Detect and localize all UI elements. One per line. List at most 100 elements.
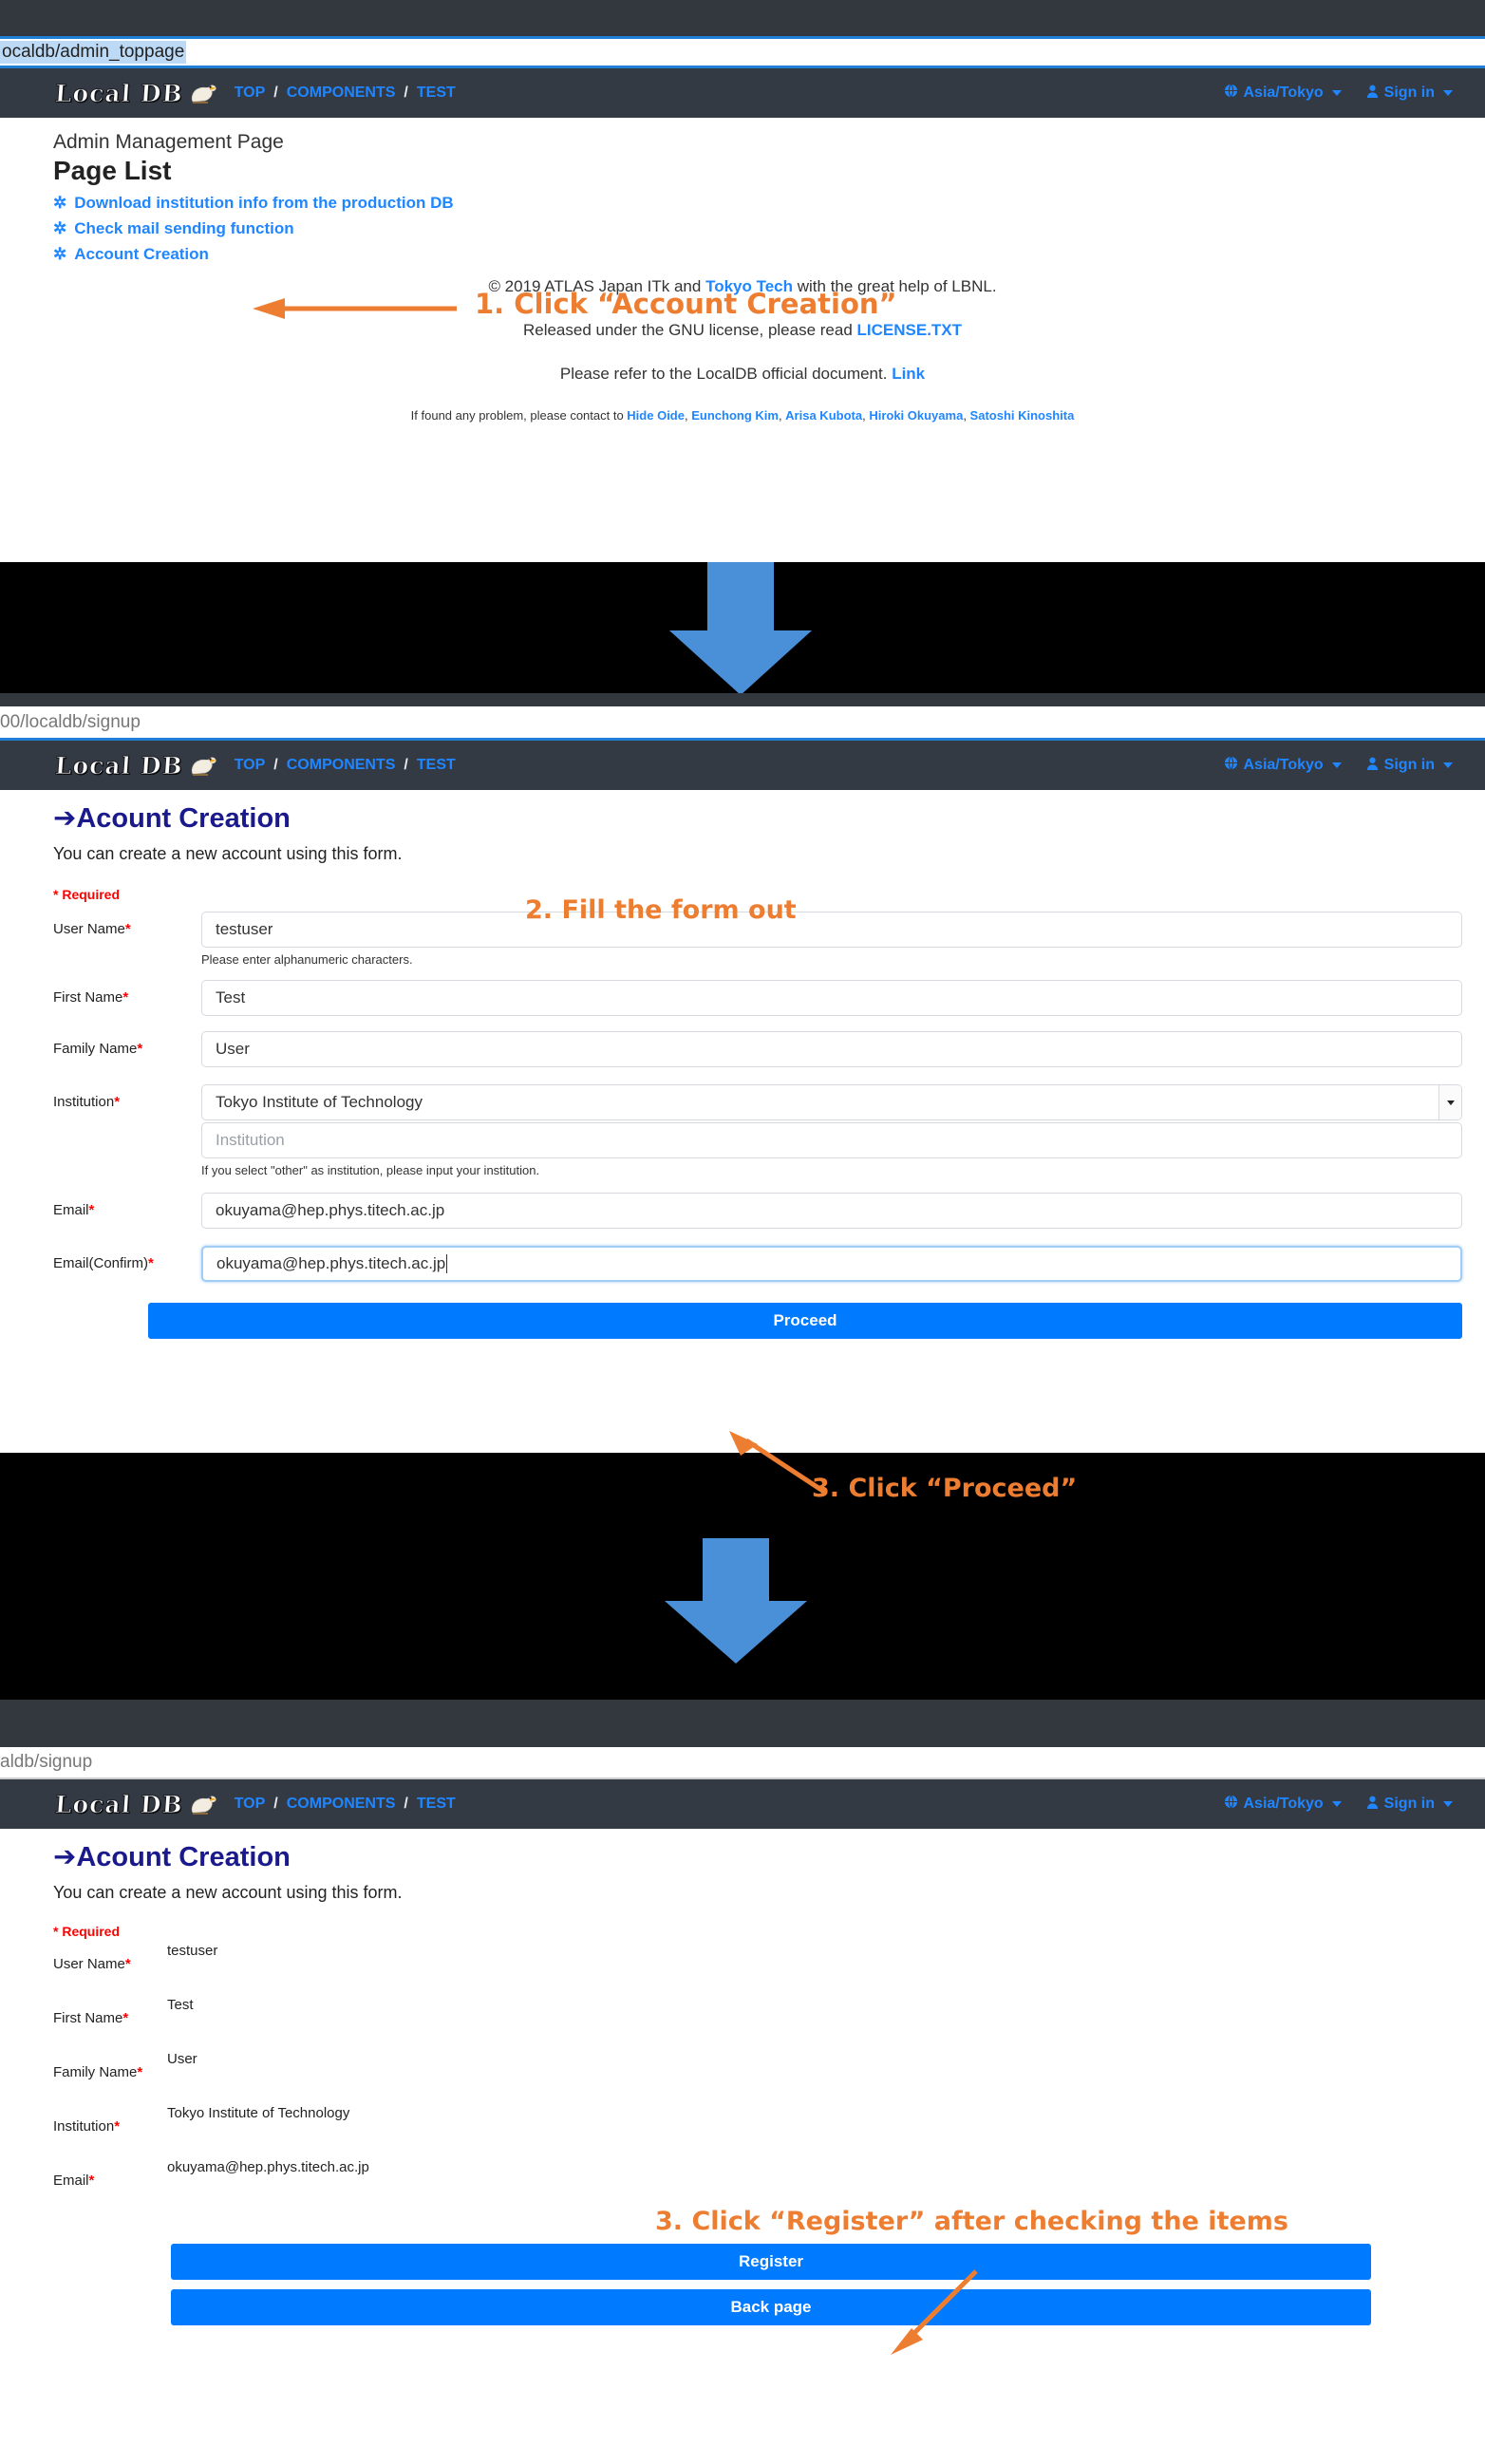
nav-separator: /	[404, 85, 408, 101]
contact-link[interactable]: Hiroki Okuyama	[869, 408, 963, 423]
globe-icon	[1224, 1795, 1238, 1814]
contact-link[interactable]: Satoshi Kinoshita	[970, 408, 1075, 423]
address-bar-2[interactable]: 00/localdb/signup	[0, 706, 1485, 741]
input-email[interactable]: okuyama@hep.phys.titech.ac.jp	[201, 1193, 1462, 1229]
navbar-1: Local DB TOP / COMPONENTS / TEST Asia/To…	[0, 68, 1485, 118]
nav-link-components-2[interactable]: COMPONENTS	[287, 757, 396, 774]
proceed-button[interactable]: Proceed	[148, 1303, 1462, 1339]
required-asterisk: *	[88, 2172, 95, 2189]
confirm-row-familyname: Family Name* User	[0, 2051, 1485, 2080]
navbar-right-1: Asia/Tokyo Sign in	[1224, 84, 1465, 103]
browser-chrome-top-2	[0, 693, 1485, 706]
browser-chrome-top-3	[0, 1700, 1485, 1747]
nav-link-top-3[interactable]: TOP	[235, 1796, 266, 1813]
timezone-dropdown-1[interactable]: Asia/Tokyo	[1224, 84, 1342, 103]
select-institution[interactable]: Tokyo Institute of Technology	[201, 1084, 1462, 1120]
required-note-confirm: * Required	[53, 1924, 121, 1939]
eagle-logo-icon-1	[187, 81, 217, 105]
logo-3[interactable]: Local DB	[53, 1790, 217, 1818]
confirm-value-firstname: Test	[167, 1997, 194, 2013]
nav-link-components-1[interactable]: COMPONENTS	[287, 85, 396, 102]
user-icon	[1366, 85, 1379, 103]
nav-link-components-3[interactable]: COMPONENTS	[287, 1796, 396, 1813]
nav-link-top-1[interactable]: TOP	[235, 85, 266, 102]
back-page-button[interactable]: Back page	[171, 2289, 1371, 2325]
admin-page-body: Admin Management Page Page List ✲ Downlo…	[0, 118, 1485, 423]
nav-link-test-1[interactable]: TEST	[417, 85, 456, 102]
required-asterisk: *	[137, 1041, 143, 1057]
admin-link-download-institution[interactable]: ✲ Download institution info from the pro…	[53, 194, 1485, 213]
confirm-value-institution: Tokyo Institute of Technology	[167, 2105, 350, 2121]
contact-link[interactable]: Arisa Kubota	[785, 408, 862, 423]
input-familyname[interactable]: User	[201, 1031, 1462, 1067]
timezone-label-3: Asia/Tokyo	[1243, 1796, 1324, 1812]
footer-line-document: Please refer to the LocalDB official doc…	[53, 365, 1432, 384]
label-text: First Name	[53, 989, 123, 1006]
page-title: Page List	[53, 156, 172, 185]
navbar-3: Local DB TOP / COMPONENTS / TEST Asia/To…	[0, 1779, 1485, 1829]
label-familyname: Family Name*	[53, 1031, 201, 1057]
timezone-dropdown-3[interactable]: Asia/Tokyo	[1224, 1795, 1342, 1814]
signin-label-3: Sign in	[1383, 1796, 1435, 1812]
input-firstname[interactable]: Test	[201, 980, 1462, 1016]
flow-arrow-1	[669, 562, 812, 695]
admin-page-list: ✲ Download institution info from the pro…	[53, 194, 1485, 264]
input-institution-other[interactable]: Institution	[201, 1122, 1462, 1158]
signin-dropdown-3[interactable]: Sign in	[1366, 1796, 1453, 1814]
chevron-down-icon	[1443, 90, 1453, 96]
address-bar-1[interactable]: ocaldb/admin_toppage	[0, 36, 1485, 68]
label-institution: Institution*	[53, 1084, 201, 1110]
footer-text: Please refer to the LocalDB official doc…	[559, 365, 893, 383]
form-row-email: Email* okuyama@hep.phys.titech.ac.jp	[0, 1193, 1485, 1229]
footer-link-license[interactable]: LICENSE.TXT	[857, 321, 963, 339]
label-email: Email*	[53, 1193, 201, 1218]
gear-icon: ✲	[53, 219, 67, 237]
input-email-confirm[interactable]: okuyama@hep.phys.titech.ac.jp	[201, 1246, 1462, 1282]
nav-link-top-2[interactable]: TOP	[235, 757, 266, 774]
logo-2[interactable]: Local DB	[53, 751, 217, 780]
admin-link-account-creation[interactable]: ✲ Account Creation	[53, 245, 1485, 264]
register-button[interactable]: Register	[171, 2244, 1371, 2280]
footer-text: If found any problem, please contact to	[410, 408, 628, 423]
logo-text-1: Local DB	[53, 79, 184, 107]
required-asterisk: *	[114, 2118, 121, 2135]
logo-1[interactable]: Local DB	[53, 79, 217, 107]
input-placeholder: Institution	[216, 1131, 285, 1149]
nav-link-test-3[interactable]: TEST	[417, 1796, 456, 1813]
signin-dropdown-2[interactable]: Sign in	[1366, 757, 1453, 775]
contact-link[interactable]: Hide Oide	[627, 408, 685, 423]
confirm-row-firstname: First Name* Test	[0, 1997, 1485, 2026]
required-asterisk: *	[122, 989, 129, 1006]
timezone-dropdown-2[interactable]: Asia/Tokyo	[1224, 756, 1342, 775]
admin-link-check-mail[interactable]: ✲ Check mail sending function	[53, 219, 1485, 238]
input-username[interactable]: testuser	[201, 912, 1462, 948]
required-asterisk: *	[124, 921, 131, 937]
confirm-row-institution: Institution* Tokyo Institute of Technolo…	[0, 2105, 1485, 2135]
globe-icon	[1224, 84, 1238, 103]
nav-separator: /	[273, 85, 278, 101]
signup-description: You can create a new account using this …	[53, 844, 403, 863]
footer-link-doc[interactable]: Link	[892, 365, 925, 383]
footer-line-license: Released under the GNU license, please r…	[53, 321, 1432, 340]
eagle-logo-icon-3	[187, 1792, 217, 1816]
label-text: First Name	[53, 2010, 123, 2026]
annotation-step-2: 2. Fill the form out	[525, 895, 797, 925]
eagle-logo-icon-2	[187, 753, 217, 778]
gear-icon: ✲	[53, 194, 67, 212]
confirm-label-institution: Institution*	[53, 2105, 167, 2135]
footer-text: Released under the GNU license, please r…	[522, 321, 857, 339]
signin-dropdown-1[interactable]: Sign in	[1366, 85, 1453, 103]
form-row-email-confirm: Email(Confirm)* okuyama@hep.phys.titech.…	[0, 1246, 1485, 1282]
nav-link-test-2[interactable]: TEST	[417, 757, 456, 774]
address-bar-3[interactable]: aldb/signup	[0, 1747, 1485, 1779]
confirm-label-firstname: First Name*	[53, 1997, 167, 2026]
nav-separator: /	[273, 757, 278, 773]
contact-link[interactable]: Eunchong Kim	[691, 408, 779, 423]
address-bar-text-2: 00/localdb/signup	[0, 711, 141, 732]
chevron-down-icon[interactable]	[1438, 1085, 1461, 1119]
signup-form-page: ➔Acount Creation You can create a new ac…	[0, 790, 1485, 1339]
annotation-step-1: 1. Click “Account Creation”	[475, 288, 897, 320]
browser-panel-1: ocaldb/admin_toppage Local DB TOP / COMP…	[0, 0, 1485, 562]
address-bar-text-3: aldb/signup	[0, 1752, 93, 1772]
label-username: User Name*	[53, 912, 201, 937]
